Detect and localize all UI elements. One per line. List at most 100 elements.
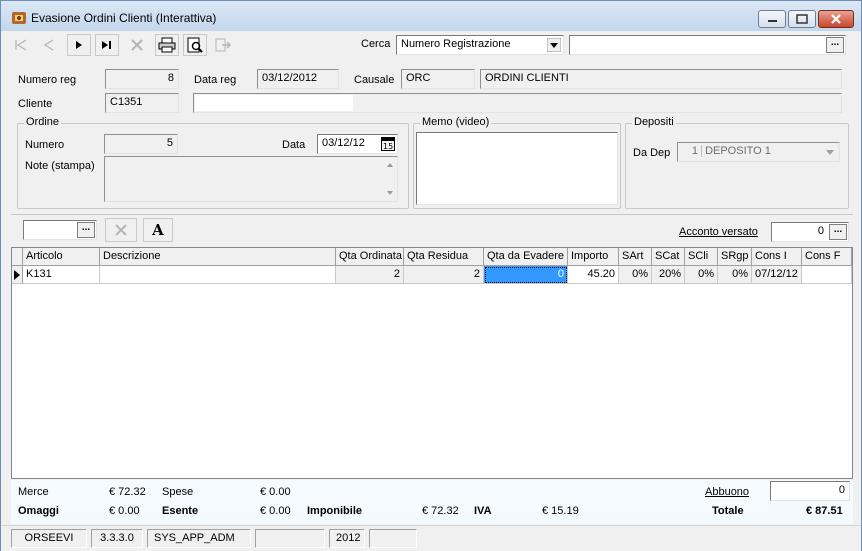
ordine-data-field[interactable]: 03/12/12 15 [317,134,398,154]
cell-articolo[interactable]: K131 [23,266,100,284]
status-blank [255,529,325,548]
search-input[interactable]: ... [569,35,846,55]
calendar-icon[interactable]: 15 [381,137,395,151]
search-lookup-button[interactable]: ... [826,37,844,53]
abbuono-label: Abbuono [705,486,750,498]
da-dep-label: Da Dep [633,147,671,159]
main-window: Evasione Ordini Clienti (Interattiva) Ce… [0,0,862,551]
abbuono-link[interactable]: Abbuono [705,486,749,498]
scroll-arrows-icon[interactable] [385,159,395,199]
cell-cons-f[interactable] [802,266,852,284]
cell-scat[interactable]: 20% [652,266,685,284]
svg-text:15: 15 [383,142,393,151]
cell-qta-ordinata[interactable]: 2 [336,266,404,284]
cliente-code-field[interactable]: C1351 [105,93,179,113]
cell-cons-i[interactable]: 07/12/12 [752,266,802,284]
search-field-select[interactable]: Numero Registrazione [396,35,564,55]
text-icon: A [152,221,164,239]
omaggi-label: Omaggi [18,505,59,517]
maximize-button[interactable] [788,10,816,28]
last-record-icon [102,41,111,49]
depositi-group: Depositi [625,116,849,209]
column-header-qta-evadere[interactable]: Qta da Evadere [484,248,568,266]
delete-button[interactable] [125,34,149,56]
iva-label: IVA [474,505,492,517]
app-icon [12,12,26,24]
cliente-label: Cliente [18,98,53,110]
cliente-name-value [195,95,353,111]
abbuono-field[interactable]: 0 [770,481,850,501]
memo-textarea[interactable] [416,132,618,205]
column-header-sart[interactable]: SArt [619,248,652,266]
cell-importo[interactable]: 45.20 [568,266,619,284]
print-preview-button[interactable] [183,34,207,56]
cell-qta-evadere[interactable]: 0 [484,266,568,284]
last-record-button[interactable] [95,34,119,56]
text-edit-button[interactable]: A [143,218,173,242]
note-stampa-label: Note (stampa) [25,160,95,172]
depositi-group-title: Depositi [632,116,676,128]
acconto-lookup-button[interactable]: ... [829,224,847,240]
esente-value: € 0.00 [260,505,291,517]
spese-value: € 0.00 [260,486,291,498]
totale-label: Totale [712,505,744,517]
acconto-versato-field[interactable]: 0 ... [771,222,849,242]
data-reg-field[interactable]: 03/12/2012 [257,69,339,89]
line-lookup-button[interactable]: ... [77,222,95,238]
totale-value: € 87.51 [806,505,843,517]
chevron-down-icon [826,150,834,155]
delete-row-button[interactable] [105,218,137,242]
memo-group-title: Memo (video) [420,116,492,128]
column-header-importo[interactable]: Importo [568,248,619,266]
causale-description-field[interactable]: ORDINI CLIENTI [480,69,842,89]
minimize-button[interactable] [758,10,786,28]
cell-srgp[interactable]: 0% [718,266,752,284]
previous-record-button[interactable] [37,34,61,56]
cell-descrizione[interactable] [100,266,336,284]
column-header-qta-residua[interactable]: Qta Residua [404,248,484,266]
column-header-qta-ordinata[interactable]: Qta Ordinata [336,248,404,266]
numero-reg-label: Numero reg [18,74,77,86]
export-button[interactable] [211,34,235,56]
merce-label: Merce [18,486,49,498]
cell-qta-residua[interactable]: 2 [404,266,484,284]
column-header-articolo[interactable]: Articolo [23,248,100,266]
status-extra [369,529,417,548]
acconto-versato-link[interactable]: Acconto versato [679,226,758,238]
previous-record-icon [43,39,54,51]
window-title: Evasione Ordini Clienti (Interattiva) [31,11,217,25]
first-record-button[interactable] [9,34,33,56]
next-record-icon [76,41,82,49]
print-button[interactable] [155,34,179,56]
column-header-scli[interactable]: SCli [685,248,718,266]
column-header-srgp[interactable]: SRgp [718,248,752,266]
close-window-button[interactable] [818,10,854,28]
deposito-select[interactable]: 1 DEPOSITO 1 [677,142,840,162]
omaggi-value: € 0.00 [109,505,140,517]
column-header-descrizione[interactable]: Descrizione [100,248,336,266]
order-lines-grid[interactable]: Articolo Descrizione Qta Ordinata Qta Re… [11,247,853,479]
cliente-name-field[interactable] [193,93,842,113]
column-header-cons-f[interactable]: Cons F [802,248,852,266]
column-header-scat[interactable]: SCat [652,248,685,266]
line-code-input[interactable]: ... [23,220,97,240]
numero-reg-field[interactable]: 8 [105,69,179,89]
ordine-group-title: Ordine [24,116,62,128]
note-stampa-textarea[interactable] [104,156,398,202]
next-record-button[interactable] [67,34,91,56]
ordine-data-value: 03/12/12 [322,137,365,149]
causale-code-field[interactable]: ORC [401,69,475,89]
deposito-name: DEPOSITO 1 [705,145,771,157]
cell-scli[interactable]: 0% [685,266,718,284]
cell-sart[interactable]: 0% [619,266,652,284]
causale-label: Causale [354,74,395,86]
acconto-versato-value: 0 [817,225,824,237]
deposito-code: 1 [682,145,702,157]
ordine-numero-field[interactable]: 5 [104,134,178,154]
imponibile-value: € 72.32 [422,505,459,517]
print-icon [158,37,176,53]
current-row-icon [14,270,20,280]
column-header-cons-i[interactable]: Cons I [752,248,802,266]
row-selector[interactable] [12,266,23,284]
row-header-corner [12,248,23,266]
